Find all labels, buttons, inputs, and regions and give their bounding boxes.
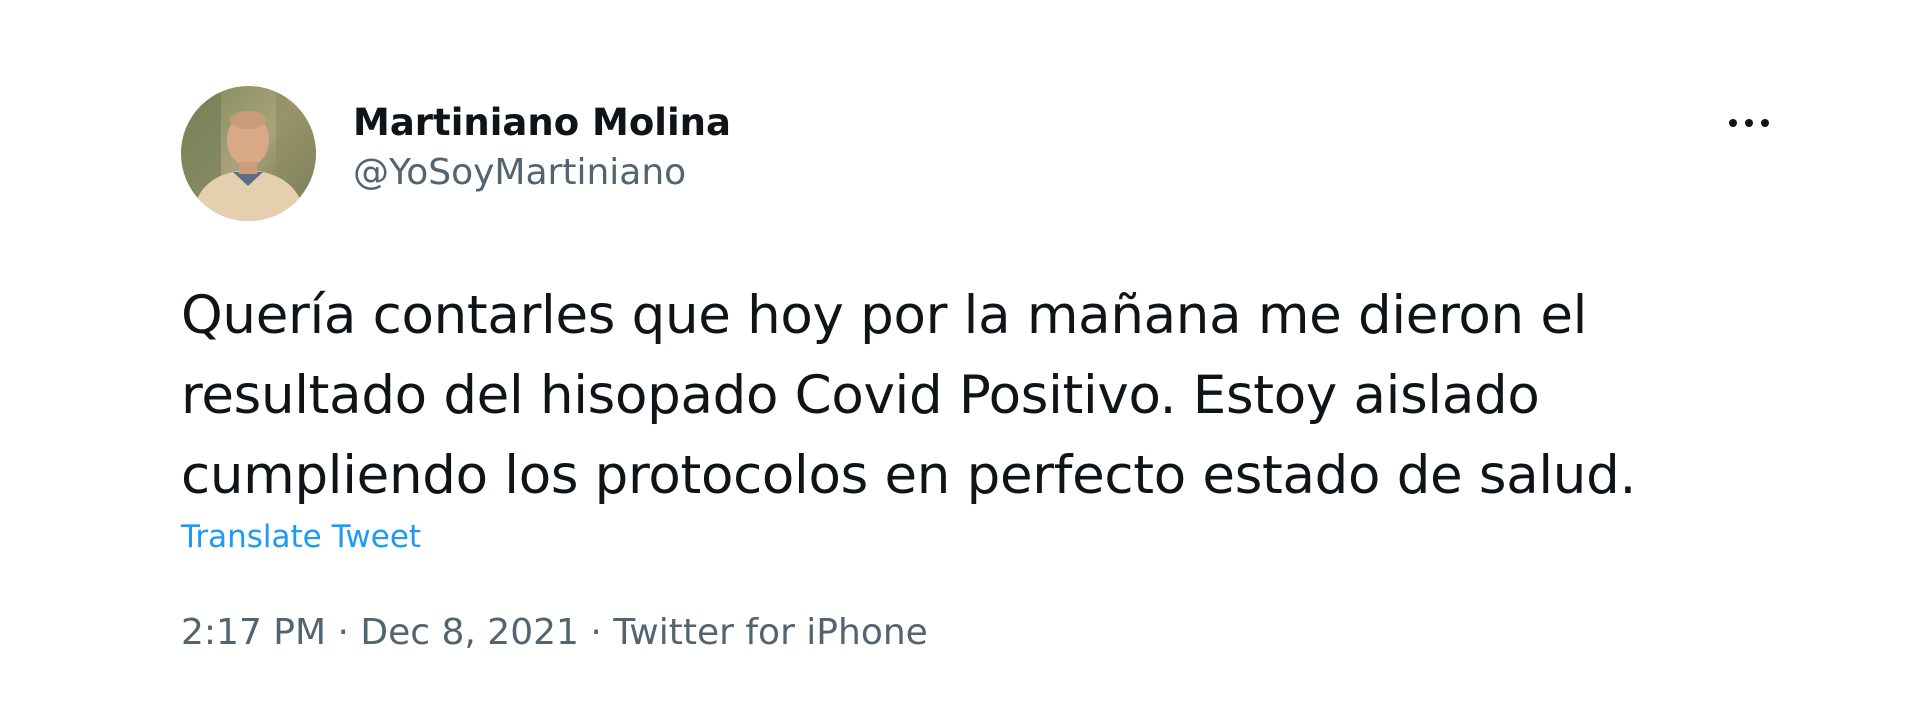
tweet-time[interactable]: 2:17 PM	[181, 612, 326, 653]
tweet-text: Quería contarles que hoy por la mañana m…	[181, 285, 1636, 506]
avatar[interactable]	[181, 86, 316, 221]
tweet-source[interactable]: Twitter for iPhone	[613, 612, 928, 653]
more-horizontal-icon	[1729, 119, 1769, 127]
meta-separator: ·	[578, 612, 614, 653]
meta-separator: ·	[326, 612, 361, 653]
display-name[interactable]: Martiniano Molina	[353, 98, 731, 148]
more-options-button[interactable]	[1722, 101, 1776, 145]
translate-tweet-link[interactable]: Translate Tweet	[181, 515, 421, 559]
profile-photo	[181, 86, 316, 221]
tweet-card: Martiniano Molina @YoSoyMartiniano Querí…	[0, 0, 1920, 728]
tweet-metadata: 2:17 PM · Dec 8, 2021 · Twitter for iPho…	[181, 606, 928, 660]
user-handle[interactable]: @YoSoyMartiniano	[353, 148, 731, 198]
user-block: Martiniano Molina @YoSoyMartiniano	[353, 98, 731, 198]
tweet-date[interactable]: Dec 8, 2021	[360, 612, 579, 653]
